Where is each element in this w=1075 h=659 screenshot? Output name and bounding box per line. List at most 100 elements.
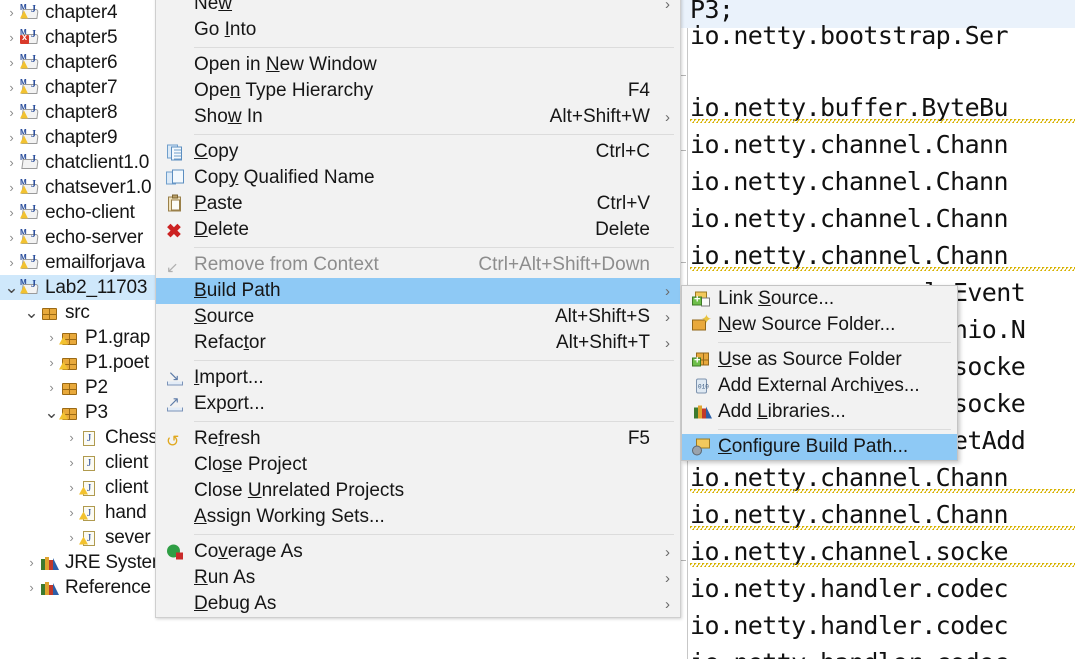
- chevron-right-icon[interactable]: ›: [4, 6, 19, 19]
- tree-item-lab2-11703[interactable]: ⌄ M J Lab2_11703: [0, 275, 155, 300]
- menu-item-open-in-new-window[interactable]: Open in New Window›: [156, 52, 680, 78]
- chevron-right-icon[interactable]: ›: [4, 81, 19, 94]
- menu-item-add-external-archives[interactable]: Add External Archives...›: [682, 373, 957, 399]
- menu-separator: [194, 247, 674, 248]
- menu-item-paste[interactable]: PasteCtrl+V›: [156, 191, 680, 217]
- code-line[interactable]: io.netty.channel.Chann: [690, 460, 1075, 496]
- menu-item-show-in[interactable]: Show In Alt+Shift+W ›: [156, 104, 680, 130]
- tree-item-sever[interactable]: › sever: [0, 525, 155, 550]
- menu-item-go-into[interactable]: Go Into›: [156, 17, 680, 43]
- package-warning-icon: [59, 354, 81, 372]
- chevron-right-icon[interactable]: ›: [64, 431, 79, 444]
- menu-item-link-source[interactable]: Link Source...›: [682, 286, 957, 312]
- chevron-right-icon[interactable]: ›: [64, 506, 79, 519]
- code-line[interactable]: io.netty.handler.codec: [690, 571, 1009, 607]
- menu-item-assign-working-sets[interactable]: Assign Working Sets...›: [156, 504, 680, 530]
- tree-item-chapter9[interactable]: › M Jchapter9: [0, 125, 155, 150]
- tree-item-src[interactable]: ⌄ src: [0, 300, 155, 325]
- tree-item-emailforjava[interactable]: › M Jemailforjava: [0, 250, 155, 275]
- menu-item-close-project[interactable]: Close Project›: [156, 452, 680, 478]
- menu-item-coverage-as[interactable]: Coverage As ›: [156, 539, 680, 565]
- menu-item-build-path[interactable]: Build Path ›: [156, 278, 680, 304]
- chevron-right-icon[interactable]: ›: [4, 231, 19, 244]
- chevron-down-icon[interactable]: ⌄: [44, 404, 59, 421]
- menu-item-debug-as[interactable]: Debug As ›: [156, 591, 680, 617]
- menu-item-configure-build-path[interactable]: Configure Build Path...›: [682, 434, 957, 460]
- tree-item-hand[interactable]: › hand: [0, 500, 155, 525]
- tree-item-chatclient1-0[interactable]: › M Jchatclient1.0: [0, 150, 155, 175]
- chevron-right-icon[interactable]: ›: [44, 331, 59, 344]
- chevron-right-icon[interactable]: ›: [24, 581, 39, 594]
- menu-item-copy-qualified-name[interactable]: Copy Qualified Name›: [156, 165, 680, 191]
- code-line[interactable]: io.netty.buffer.ByteBu: [690, 90, 1075, 126]
- tree-item-jre-systen[interactable]: › JRE Systen: [0, 550, 155, 575]
- tree-item-echo-client[interactable]: › M Jecho-client: [0, 200, 155, 225]
- menu-item-use-as-source-folder[interactable]: Use as Source Folder›: [682, 347, 957, 373]
- tree-item-chess[interactable]: › Chess: [0, 425, 155, 450]
- menu-item-import[interactable]: ↘Import...›: [156, 365, 680, 391]
- code-line[interactable]: io.netty.channel.Chann: [690, 201, 1009, 237]
- menu-item-new[interactable]: New ›: [156, 0, 680, 17]
- new-source-folder-icon: ✦: [692, 313, 712, 334]
- add-external-archives-icon: [692, 378, 711, 395]
- tree-item-p1-poet[interactable]: › P1.poet: [0, 350, 155, 375]
- menu-item-new-source-folder[interactable]: ✦New Source Folder...›: [682, 312, 957, 338]
- chevron-down-icon[interactable]: ⌄: [4, 279, 19, 296]
- tree-item-reference[interactable]: › Reference: [0, 575, 155, 600]
- menu-item-copy[interactable]: CopyCtrl+C›: [156, 139, 680, 165]
- menu-item-label: Build Path: [194, 280, 281, 301]
- chevron-right-icon[interactable]: ›: [4, 156, 19, 169]
- chevron-right-icon[interactable]: ›: [64, 456, 79, 469]
- tree-item-chapter4[interactable]: › M Jchapter4: [0, 0, 155, 25]
- tree-item-client[interactable]: › client: [0, 475, 155, 500]
- menu-item-label: Open Type Hierarchy: [194, 80, 374, 101]
- chevron-right-icon[interactable]: ›: [4, 181, 19, 194]
- chevron-right-icon[interactable]: ›: [64, 531, 79, 544]
- menu-item-close-unrelated-projects[interactable]: Close Unrelated Projects›: [156, 478, 680, 504]
- menu-item-refresh[interactable]: ↺RefreshF5›: [156, 426, 680, 452]
- code-line[interactable]: io.netty.channel.Chann: [690, 238, 1075, 274]
- chevron-right-icon[interactable]: ›: [4, 256, 19, 269]
- chevron-down-icon[interactable]: ⌄: [24, 304, 39, 321]
- chevron-right-icon[interactable]: ›: [24, 556, 39, 569]
- tree-item-chatsever1-0[interactable]: › M Jchatsever1.0: [0, 175, 155, 200]
- package-explorer-context-menu[interactable]: New›Go Into› Open in New Window›Open Type…: [155, 0, 681, 618]
- menu-item-delete[interactable]: ✖DeleteDelete›: [156, 217, 680, 243]
- code-line[interactable]: io.netty.handler.codec: [690, 645, 1009, 659]
- tree-item-p1-grap[interactable]: › P1.grap: [0, 325, 155, 350]
- chevron-right-icon[interactable]: ›: [4, 31, 19, 44]
- chevron-right-icon[interactable]: ›: [44, 381, 59, 394]
- tree-item-client[interactable]: › client: [0, 450, 155, 475]
- tree-item-label: chapter7: [45, 76, 118, 98]
- code-line[interactable]: io.netty.handler.codec: [690, 608, 1009, 644]
- tree-item-chapter6[interactable]: › M Jchapter6: [0, 50, 155, 75]
- chevron-right-icon[interactable]: ›: [4, 206, 19, 219]
- tree-item-label: P2: [85, 376, 108, 398]
- chevron-right-icon[interactable]: ›: [4, 56, 19, 69]
- tree-item-chapter8[interactable]: › M Jchapter8: [0, 100, 155, 125]
- chevron-right-icon[interactable]: ›: [4, 131, 19, 144]
- code-line[interactable]: io.netty.bootstrap.Ser: [690, 18, 1009, 54]
- code-line[interactable]: io.netty.channel.Chann: [690, 497, 1075, 533]
- code-line[interactable]: io.netty.channel.socke: [690, 534, 1075, 570]
- remove-from-context-icon: ↙: [166, 259, 179, 277]
- menu-item-source[interactable]: Source Alt+Shift+S ›: [156, 304, 680, 330]
- chevron-right-icon[interactable]: ›: [64, 481, 79, 494]
- tree-item-echo-server[interactable]: › M Jecho-server: [0, 225, 155, 250]
- menu-item-run-as[interactable]: Run As ›: [156, 565, 680, 591]
- tree-item-chapter5[interactable]: ›MJchapter5: [0, 25, 155, 50]
- code-line[interactable]: io.netty.channel.Chann: [690, 127, 1009, 163]
- menu-item-open-type-hierarchy[interactable]: Open Type HierarchyF4›: [156, 78, 680, 104]
- tree-item-p3[interactable]: ⌄ P3: [0, 400, 155, 425]
- chevron-right-icon[interactable]: ›: [44, 356, 59, 369]
- code-line[interactable]: io.netty.channel.Chann: [690, 164, 1009, 200]
- package-explorer-tree[interactable]: ›MJchapter4›MJchapter5›MJchapter6›MJchap…: [0, 0, 155, 659]
- menu-item-export[interactable]: ↗Export...›: [156, 391, 680, 417]
- menu-item-refactor[interactable]: Refactor Alt+Shift+T ›: [156, 330, 680, 356]
- menu-item-add-libraries[interactable]: Add Libraries...›: [682, 399, 957, 425]
- tree-item-label: chapter5: [45, 26, 118, 48]
- chevron-right-icon[interactable]: ›: [4, 106, 19, 119]
- build-path-submenu[interactable]: Link Source...›✦New Source Folder...› Use…: [681, 285, 958, 461]
- tree-item-chapter7[interactable]: › M Jchapter7: [0, 75, 155, 100]
- tree-item-p2[interactable]: › P2: [0, 375, 155, 400]
